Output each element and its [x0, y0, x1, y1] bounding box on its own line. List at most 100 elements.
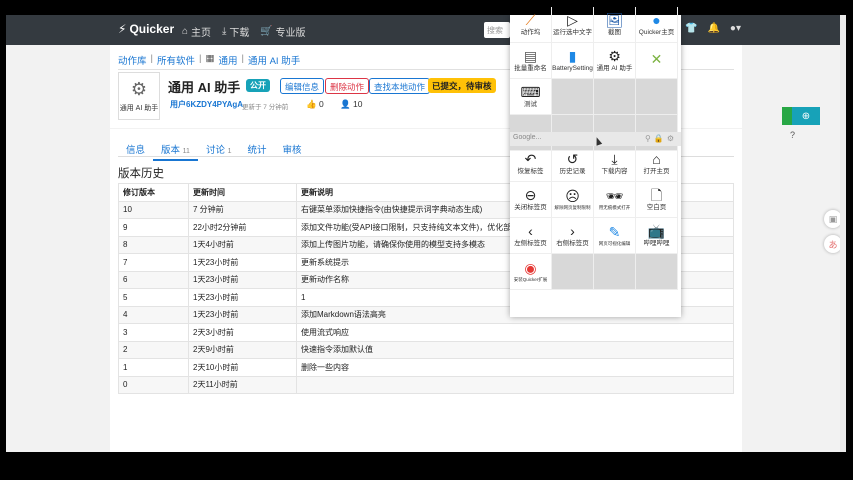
breadcrumb-separator: | — [199, 53, 202, 64]
breadcrumb-separator: | — [241, 53, 244, 64]
undo-icon: ↶ — [524, 150, 537, 167]
tab-discussion[interactable]: 讨论 1 — [198, 139, 240, 161]
version-history-title: 版本历史 — [118, 168, 164, 180]
install-button[interactable] — [782, 107, 792, 125]
browser-page: ⚡ Quicker ⌂ 主页 ⤓ 下载 🛒 专业版 搜索 👕 🔔 ●▾ 动作库 | — [6, 15, 846, 452]
table-cell: 4 — [118, 305, 189, 324]
user-menu-icon[interactable]: ●▾ — [730, 23, 741, 34]
empty-slot — [594, 254, 636, 290]
gear-icon: ⚙ — [608, 47, 621, 64]
delete-action-button[interactable]: 删除动作 — [325, 78, 370, 94]
breadcrumb-item[interactable]: 通用 — [218, 53, 237, 67]
keyboard-icon: ⌨ — [520, 83, 541, 100]
empty-slot — [552, 79, 594, 115]
quicker-action-ai-assistant[interactable]: ⚙ 通用 AI 助手 — [594, 43, 636, 79]
table-cell: 1天23小时前 — [188, 253, 297, 272]
shirt-icon[interactable]: 👕 — [685, 23, 697, 34]
breadcrumb-item[interactable]: 所有软件 — [157, 53, 195, 67]
dock-icon: ⟋ — [525, 11, 536, 28]
quicker-action-screenshot[interactable]: 🖼 截图 — [594, 7, 636, 43]
thumbs-up-icon: 👍 — [306, 99, 317, 109]
rename-icon: ▤ — [523, 47, 538, 64]
home-icon: ⌂ — [182, 26, 189, 37]
brand-logo[interactable]: ⚡ Quicker — [118, 22, 174, 36]
action-icon: ⚙ 通用 AI 助手 — [118, 72, 160, 120]
browser-action-bilibili[interactable]: 📺 哔哩哔哩 — [636, 218, 678, 254]
quicker-action-batch-rename[interactable]: ▤ 批量重命名 — [510, 43, 552, 79]
bell-icon[interactable]: 🔔 — [707, 23, 719, 34]
zoom-button[interactable]: ⊕ — [792, 107, 820, 125]
browser-action-close-tab[interactable]: ⊖ 关闭标签页 — [510, 182, 552, 218]
help-question-icon[interactable]: ? — [790, 130, 795, 140]
quicker-action-battery[interactable]: ▮ BatterySetting — [552, 43, 594, 79]
quicker-action-run-selected[interactable]: ▷ 运行选中文字 — [552, 7, 594, 43]
search-tools-icons: ⚲🔒⚙ — [645, 134, 677, 143]
nav-pro[interactable]: 🛒 专业版 — [260, 24, 305, 39]
table-cell: 9 — [118, 218, 189, 237]
pencil-icon: ✎ — [608, 223, 621, 240]
breadcrumb: 动作库 | 所有软件 | ▦ 通用 | 通用 AI 助手 — [118, 53, 300, 67]
browser-action-visual-edit[interactable]: ✎ 网页可视化编辑 — [594, 218, 636, 254]
like-count[interactable]: 👍 0 — [306, 99, 324, 110]
author-link[interactable]: 用户6KZDY4PYAgA — [170, 99, 243, 110]
nav-home[interactable]: ⌂ 主页 — [182, 24, 211, 39]
quicker-action-tool[interactable]: ✕ — [636, 43, 678, 79]
image-icon: 🖼 — [605, 11, 624, 28]
empty-slot — [552, 254, 594, 290]
table-row: 1 2天10小时前 删除一些内容 — [118, 358, 734, 377]
table-cell: 1天23小时前 — [188, 305, 297, 324]
tab-review[interactable]: 审核 — [275, 139, 310, 161]
public-badge: 公开 — [246, 79, 270, 92]
action-title: 通用 AI 助手 — [168, 80, 241, 95]
browser-action-incognito[interactable]: 🕶 用无痕模式打开 — [594, 182, 636, 218]
page-scrollbar[interactable] — [840, 15, 846, 452]
updated-time: 更新于 7 分钟前 — [242, 104, 289, 111]
tab-info[interactable]: 信息 — [118, 139, 153, 161]
column-header: 修订版本 — [118, 183, 189, 202]
tab-bar: 信息 版本 11 讨论 1 统计 审核 — [118, 139, 310, 161]
table-cell: 0 — [118, 375, 189, 394]
edit-info-button[interactable]: 编辑信息 — [280, 78, 325, 94]
breadcrumb-item[interactable]: 动作库 — [118, 53, 147, 67]
quicker-action-dock[interactable]: ⟋ 动作坞 — [510, 7, 552, 43]
find-local-action-button[interactable]: 查找本地动作 — [369, 78, 431, 94]
sad-face-icon: ☹ — [565, 187, 580, 204]
table-row: 0 2天11小时前 — [118, 375, 734, 394]
table-cell: 5 — [118, 288, 189, 307]
home-icon: ⌂ — [652, 150, 661, 167]
browser-action-right-tab[interactable]: › 右侧标签页 — [552, 218, 594, 254]
column-header: 更新时间 — [188, 183, 297, 202]
browser-action-install-extension[interactable]: ◉ 安装Quicker扩展 — [510, 254, 552, 290]
quicker-action-homepage[interactable]: ● Quicker主页 — [636, 7, 678, 43]
table-cell: 6 — [118, 270, 189, 289]
empty-slot — [636, 79, 678, 115]
nav-search-input[interactable]: 搜索 — [484, 22, 510, 38]
browser-action-downloads[interactable]: ⤓ 下载内容 — [594, 146, 636, 182]
chevron-left-icon: ‹ — [528, 222, 533, 239]
browser-action-left-tab[interactable]: ‹ 左侧标签页 — [510, 218, 552, 254]
table-cell: 3 — [118, 323, 189, 342]
nav-download[interactable]: ⤓ 下载 — [222, 24, 249, 39]
browser-action-blank-page[interactable]: 🗋 空白页 — [636, 182, 678, 218]
browser-action-home[interactable]: ⌂ 打开主页 — [636, 146, 678, 182]
breadcrumb-separator: | — [150, 53, 153, 64]
browser-action-unlock-copy[interactable]: ☹ 解除网页复制限制 — [552, 182, 594, 218]
person-icon: 👤 — [340, 99, 351, 109]
browser-action-grid: ↶ 恢复标签 ↺ 历史记录 ⤓ 下载内容 ⌂ 打开主页 ⊖ 关闭标签页 ☹ 解除网页复制限制… — [510, 146, 678, 290]
download-icon: ⤓ — [222, 26, 227, 37]
browser-action-history[interactable]: ↺ 历史记录 — [552, 146, 594, 182]
quicker-action-test[interactable]: ⌨ 测试 — [510, 79, 552, 115]
screen-frame: ⚡ Quicker ⌂ 主页 ⤓ 下载 🛒 专业版 搜索 👕 🔔 ●▾ 动作库 | — [0, 0, 853, 480]
table-cell: 2 — [118, 340, 189, 359]
tab-stats[interactable]: 统计 — [240, 139, 275, 161]
table-cell: 7 — [118, 253, 189, 272]
browser-action-restore-tab[interactable]: ↶ 恢复标签 — [510, 146, 552, 182]
user-count: 👤 10 — [340, 99, 363, 109]
table-cell: 22小时2分钟前 — [188, 218, 297, 237]
download-icon: ⤓ — [611, 150, 618, 167]
tab-versions[interactable]: 版本 11 — [153, 139, 198, 161]
breadcrumb-item[interactable]: 通用 AI 助手 — [248, 53, 300, 67]
cart-icon: 🛒 — [260, 26, 273, 37]
empty-slot — [594, 79, 636, 115]
table-row: 3 2天3小时前 使用流式响应 — [118, 323, 734, 342]
